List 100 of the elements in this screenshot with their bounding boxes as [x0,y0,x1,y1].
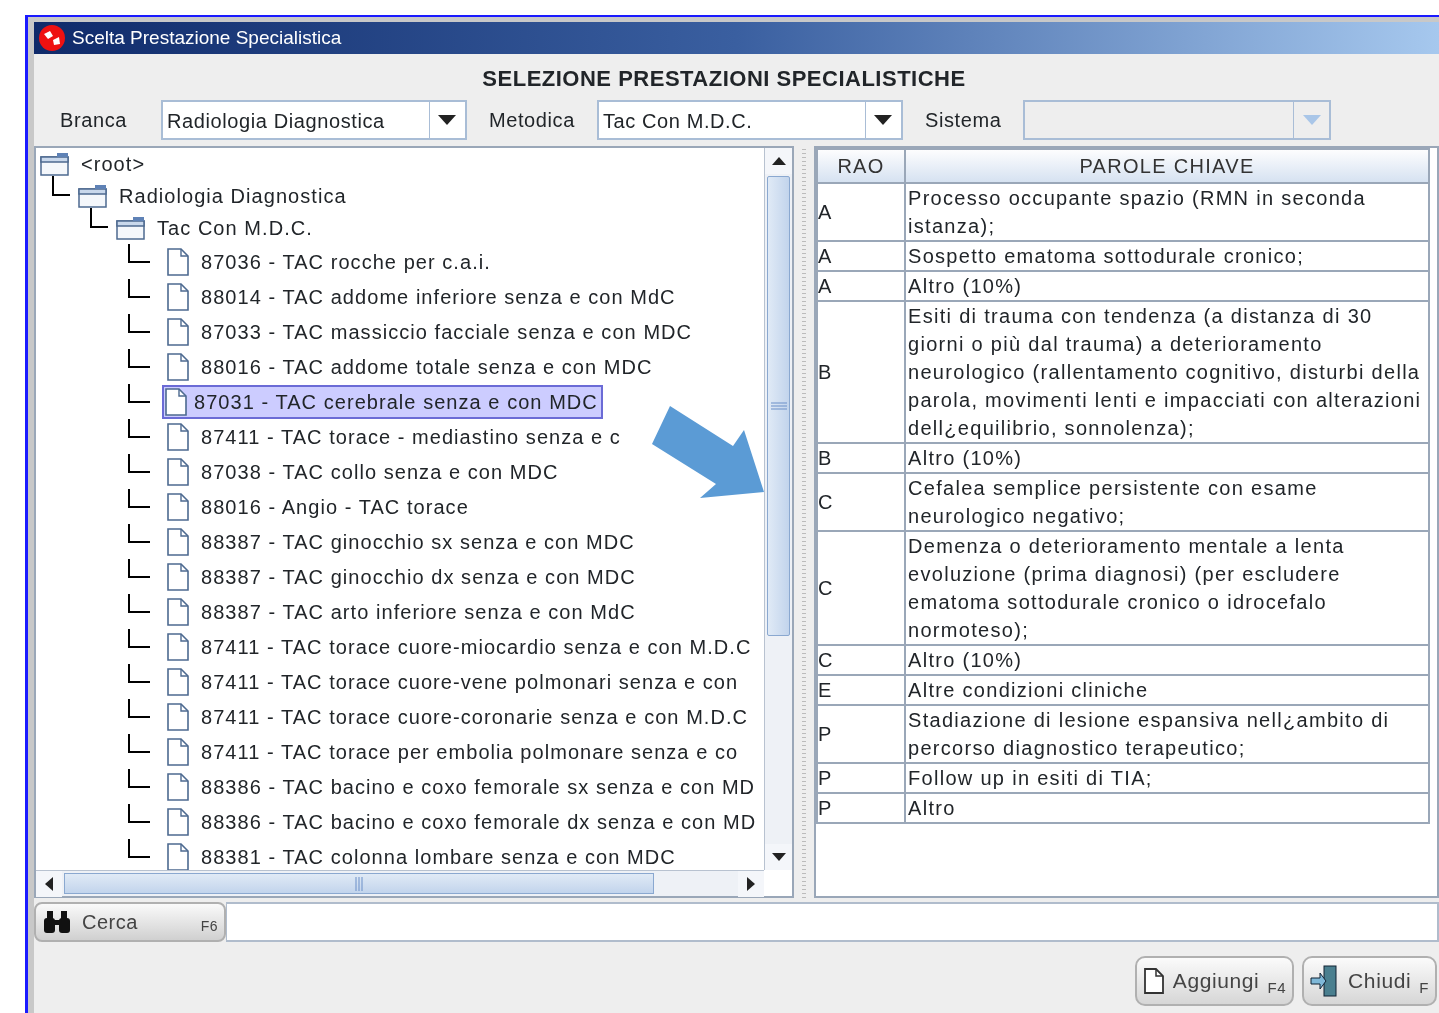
dropdown[interactable]: Tac Con M.D.C. [596,100,903,140]
table-cell: Altro (10%) [905,443,1429,473]
tree-line [128,734,150,753]
table-cell: P [817,705,905,763]
tree-item[interactable]: 87411 - TAC torace per embolia polmonare senza e co [196,734,744,769]
table-cell: A [817,271,905,301]
field-label: Metodica [489,108,575,133]
document-icon [166,317,190,346]
tree-item[interactable]: Radiologia Diagnostica [114,179,352,213]
tree-item[interactable]: 88014 - TAC addome inferiore senza e con MdC [196,279,681,314]
tree-item[interactable]: <root> [76,148,151,181]
tree-item[interactable]: 87411 - TAC torace - mediastino senza e c [196,419,626,454]
tree-line [128,454,150,473]
tree-item[interactable]: 87411 - TAC torace cuore-coronarie senza e con M.D.C [196,699,754,734]
folder-icon [78,184,108,208]
document-icon [166,457,190,486]
scroll-up-button[interactable] [765,148,792,174]
tree-item[interactable]: 88016 - TAC addome totale senza e con MDC [196,349,658,384]
tree-item[interactable]: 87033 - TAC massiccio facciale senza e con MDC [196,314,698,349]
document-icon [166,422,190,451]
table-cell: A [817,241,905,271]
tree-line [128,629,150,648]
arrow-left-icon [45,877,53,891]
caret-icon [438,115,457,125]
tree-line [128,769,150,788]
tree-item[interactable]: 87036 - TAC rocche per c.a.i. [196,244,496,279]
document-icon [166,772,190,801]
document-icon [166,667,190,696]
shortcut-label: F6 [200,916,218,936]
table-cell: Stadiazione di lesione espansiva nell¿ambito di percorso diagnostico terapeutico; [905,705,1429,763]
table-cell: Cefalea semplice persistente con esame neurologico negativo; [905,473,1429,531]
table-cell: Esiti di trauma con tendenza (a distanza di 30 giorni o più dal trauma) a deterioramento neurologico (rallentamento cognitivo, disturbi della parola, movimenti lenti e impacciati con alterazioni dell¿equilibrio, sonnolenza); [905,301,1429,443]
dropdown[interactable]: Radiologia Diagnostica [161,100,467,140]
table-cell: C [817,531,905,645]
document-icon [166,597,190,626]
tree-item[interactable]: 88387 - TAC ginocchio sx senza e con MDC [196,524,640,559]
tree-line [128,489,150,508]
table-cell: P [817,763,905,793]
tree-line [128,559,150,578]
tree-line [128,419,150,438]
document-icon [166,247,190,276]
document-icon [166,632,190,661]
document-icon [166,282,190,311]
shortcut-label: F [1419,977,1429,998]
document-icon [166,807,190,836]
section-heading: SELEZIONE PRESTAZIONI SPECIALISTICHE [481,65,967,93]
tree-item[interactable]: 88386 - TAC bacino e coxo femorale sx senza e con MD [196,769,761,804]
tree-item[interactable]: 88381 - TAC colonna lombare senza e con MDC [196,839,681,870]
table-cell: Altro [905,793,1429,823]
column-header[interactable]: RAO [817,149,905,183]
tree-item[interactable]: 87411 - TAC torace cuore-vene polmonari senza e con [196,664,744,699]
scroll-right-button[interactable] [738,871,764,897]
tree-item[interactable]: 88386 - TAC bacino e coxo femorale dx senza e con MD [196,804,762,839]
folder-icon [116,216,146,240]
table-cell: Follow up in esiti di TIA; [905,763,1429,793]
document-icon [166,702,190,731]
app-logo-icon [38,24,66,52]
dialog-button[interactable]: Chiudi F [1302,956,1437,1006]
tree-line [128,314,150,333]
tree-line [128,839,150,858]
document-icon [166,352,190,381]
tree-item[interactable]: 88387 - TAC arto inferiore senza e con MdC [196,594,641,629]
table-cell: E [817,675,905,705]
tree-item[interactable]: 87411 - TAC torace cuore-miocardio senza e con M.D.C [196,629,757,664]
caret-icon [1302,115,1321,125]
arrow-up-icon [771,157,786,165]
tree-line [128,279,150,298]
table-cell: Demenza o deterioramento mentale a lenta evoluzione (prima diagnosi) (per escludere ematoma sottodurale cronico o idrocefalo normoteso); [905,531,1429,645]
dialog-button[interactable]: Aggiungi F4 [1134,956,1295,1006]
tree-line [128,349,150,368]
column-header[interactable]: PAROLE CHIAVE [905,149,1429,183]
tree-item[interactable]: Tac Con M.D.C. [152,211,318,245]
tree-line [52,176,70,196]
tree-line [128,384,150,403]
binoculars-icon [42,910,72,934]
table-cell: A [817,183,905,241]
table-cell: Altro (10%) [905,271,1429,301]
document-icon [1142,968,1165,994]
document-icon [166,842,190,870]
table-cell: C [817,645,905,675]
scroll-down-button[interactable] [765,844,792,870]
tree-item[interactable]: 88016 - Angio - TAC torace [196,489,474,524]
tree-line [128,804,150,823]
scroll-thumb[interactable] [64,873,654,894]
field-label: Sistema [924,108,1002,133]
arrow-down-icon [771,853,786,861]
table-cell: B [817,301,905,443]
document-icon [166,527,190,556]
tree-item[interactable]: 87038 - TAC collo senza e con MDC [196,454,564,489]
field-label: Branca [60,108,127,133]
table-cell: Processo occupante spazio (RMN in seconda istanza); [905,183,1429,241]
scroll-left-button[interactable] [36,871,62,897]
tree-item[interactable]: 88387 - TAC ginocchio dx senza e con MDC [196,559,641,594]
search-button[interactable]: Cerca F6 [34,902,226,942]
table-cell: Altro (10%) [905,645,1429,675]
scroll-thumb[interactable] [767,176,790,636]
tree-line [128,524,150,543]
search-field[interactable] [226,902,1439,942]
shortcut-label: F4 [1267,977,1287,998]
tree-line [128,699,150,718]
